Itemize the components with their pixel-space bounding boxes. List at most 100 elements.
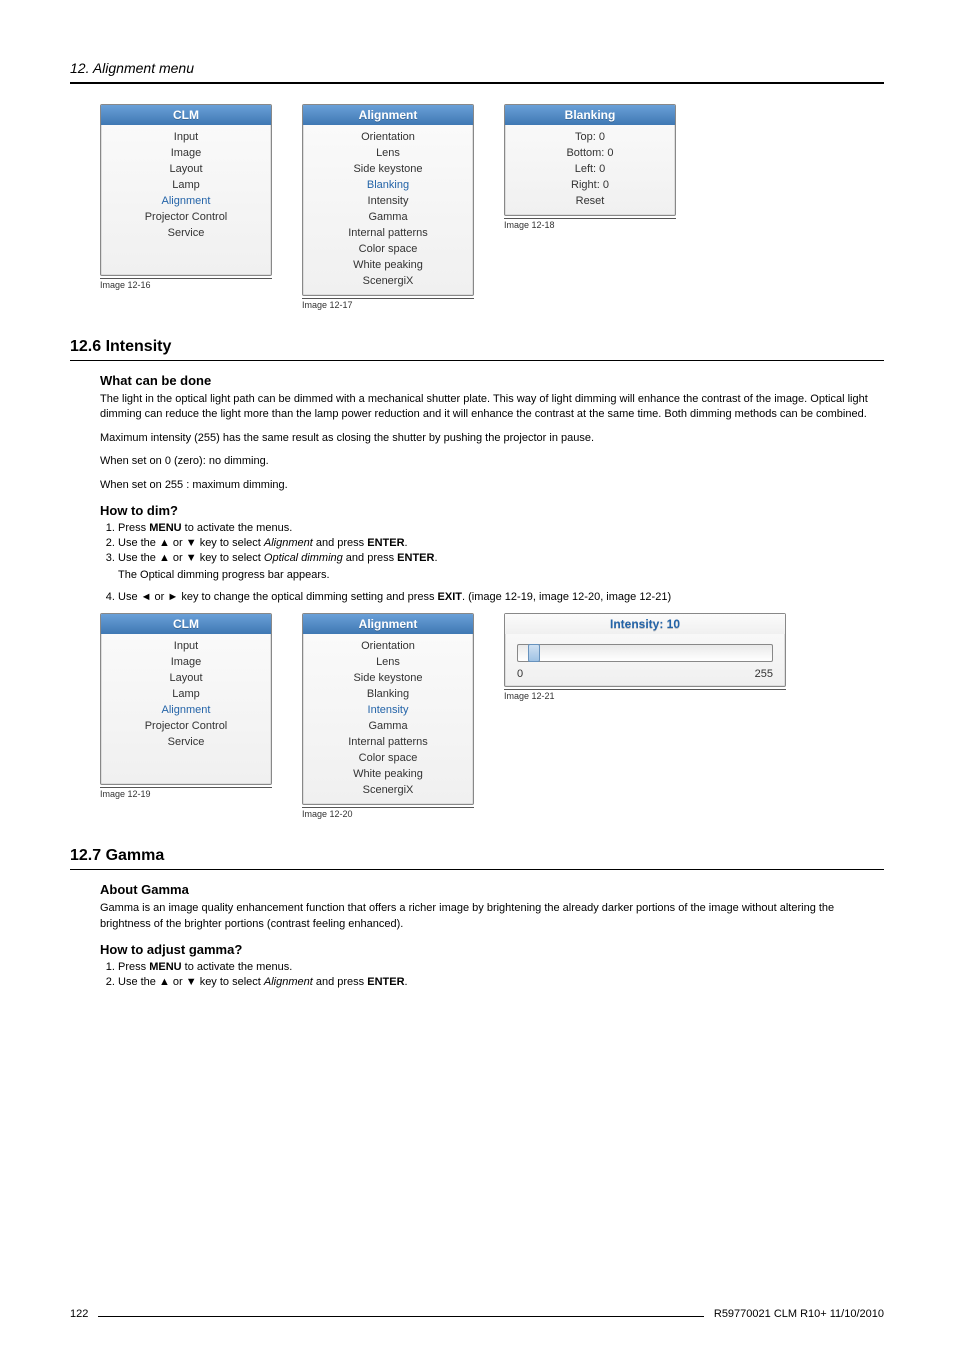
section-12-6-rule	[70, 360, 884, 361]
alignment-menu-2-title: Alignment	[303, 614, 473, 634]
intensity-slider-panel: Intensity: 10 0 255	[504, 613, 786, 687]
blanking-item: Reset	[505, 193, 675, 209]
align1-item: Intensity	[303, 193, 473, 209]
step2-ital: Alignment	[264, 537, 313, 549]
step-3: Use the ▲ or ▼ key to select Optical dim…	[118, 552, 884, 583]
clm-menu-1: CLM Input Image Layout Lamp Alignment Pr…	[100, 104, 272, 276]
g-step2-ital: Alignment	[264, 976, 313, 988]
align2-item: White peaking	[303, 766, 473, 782]
intensity-slider-title: Intensity: 10	[505, 614, 785, 634]
align1-item: White peaking	[303, 257, 473, 273]
align2-item: Blanking	[303, 686, 473, 702]
align1-item-selected: Blanking	[303, 177, 473, 193]
align2-item: Lens	[303, 654, 473, 670]
align2-item-selected: Intensity	[303, 702, 473, 718]
page-header-title: 12. Alignment menu	[70, 60, 884, 76]
about-gamma-para: Gamma is an image quality enhancement fu…	[100, 901, 884, 932]
page-footer: 122 R59770021 CLM R10+ 11/10/2010	[70, 1308, 884, 1320]
how-to-dim-steps: Press MENU to activate the menus. Use th…	[100, 522, 884, 603]
step2-mid: and press	[313, 537, 367, 549]
clm2-item: Projector Control	[101, 718, 271, 734]
full-intensity-para: When set on 255 : maximum dimming.	[100, 478, 884, 493]
align2-item: Internal patterns	[303, 734, 473, 750]
g-step2-pre: Use the ▲ or ▼ key to select	[118, 976, 264, 988]
align1-item: Gamma	[303, 209, 473, 225]
step3-bold: ENTER	[397, 552, 434, 564]
step3-ital: Optical dimming	[264, 552, 343, 564]
menu-row-2: CLM Input Image Layout Lamp Alignment Pr…	[100, 613, 884, 819]
g-step1-pre: Press	[118, 961, 149, 973]
align1-item: Lens	[303, 145, 473, 161]
align2-item: Side keystone	[303, 670, 473, 686]
g-step1-bold: MENU	[149, 961, 181, 973]
step3-note: The Optical dimming progress bar appears…	[118, 568, 884, 583]
clm2-item: Layout	[101, 670, 271, 686]
blanking-item: Bottom: 0	[505, 145, 675, 161]
intensity-slider-max: 255	[755, 668, 773, 680]
step2-bold: ENTER	[367, 537, 404, 549]
menu-row-1: CLM Input Image Layout Lamp Alignment Pr…	[100, 104, 884, 310]
clm1-item: Service	[101, 225, 271, 241]
about-gamma-head: About Gamma	[100, 882, 884, 897]
g-step2-end: .	[405, 976, 408, 988]
step4-end: . (image 12-19, image 12-20, image 12-21…	[462, 591, 671, 603]
clm-menu-2-title: CLM	[101, 614, 271, 634]
caption-12-18: Image 12-18	[504, 218, 676, 230]
align1-item: Color space	[303, 241, 473, 257]
align1-item: Orientation	[303, 129, 473, 145]
clm-menu-1-title: CLM	[101, 105, 271, 125]
step3-end: .	[434, 552, 437, 564]
clm2-item: Service	[101, 734, 271, 750]
align2-item: Orientation	[303, 638, 473, 654]
step-4: Use ◄ or ► key to change the optical dim…	[118, 591, 884, 603]
clm1-item-selected: Alignment	[101, 193, 271, 209]
step-1: Press MENU to activate the menus.	[118, 522, 884, 534]
step3-mid: and press	[343, 552, 397, 564]
page-number: 122	[70, 1308, 88, 1320]
what-can-be-done-head: What can be done	[100, 373, 884, 388]
align2-item: Color space	[303, 750, 473, 766]
align1-item: Internal patterns	[303, 225, 473, 241]
step3-pre: Use the ▲ or ▼ key to select	[118, 552, 264, 564]
blanking-menu: Blanking Top: 0 Bottom: 0 Left: 0 Right:…	[504, 104, 676, 216]
intensity-slider-thumb[interactable]	[528, 644, 540, 662]
caption-12-21: Image 12-21	[504, 689, 786, 701]
step4-bold: EXIT	[438, 591, 462, 603]
caption-12-20: Image 12-20	[302, 807, 474, 819]
g-step1-post: to activate the menus.	[182, 961, 293, 973]
what-can-be-done-para: The light in the optical light path can …	[100, 392, 884, 423]
section-12-6-title: 12.6 Intensity	[70, 338, 884, 356]
clm2-item: Lamp	[101, 686, 271, 702]
page-header-rule	[70, 82, 884, 84]
align2-item: ScenergiX	[303, 782, 473, 798]
step1-pre: Press	[118, 522, 149, 534]
blanking-item: Left: 0	[505, 161, 675, 177]
clm1-item: Layout	[101, 161, 271, 177]
step-2: Use the ▲ or ▼ key to select Alignment a…	[118, 537, 884, 549]
intensity-slider-min: 0	[517, 668, 523, 680]
step4-pre: Use ◄ or ► key to change the optical dim…	[118, 591, 438, 603]
caption-12-17: Image 12-17	[302, 298, 474, 310]
blanking-item: Right: 0	[505, 177, 675, 193]
gamma-step-1: Press MENU to activate the menus.	[118, 961, 884, 973]
how-to-adjust-gamma-steps: Press MENU to activate the menus. Use th…	[100, 961, 884, 988]
align1-item: ScenergiX	[303, 273, 473, 289]
step1-bold: MENU	[149, 522, 181, 534]
alignment-menu-1: Alignment Orientation Lens Side keystone…	[302, 104, 474, 296]
how-to-adjust-gamma-head: How to adjust gamma?	[100, 942, 884, 957]
max-intensity-para: Maximum intensity (255) has the same res…	[100, 431, 884, 446]
caption-12-16: Image 12-16	[100, 278, 272, 290]
clm2-item-selected: Alignment	[101, 702, 271, 718]
g-step2-mid: and press	[313, 976, 367, 988]
clm1-item: Lamp	[101, 177, 271, 193]
intensity-slider-track[interactable]	[517, 644, 773, 662]
section-12-7-rule	[70, 869, 884, 870]
align1-item: Side keystone	[303, 161, 473, 177]
clm1-item: Input	[101, 129, 271, 145]
clm-menu-2: CLM Input Image Layout Lamp Alignment Pr…	[100, 613, 272, 785]
section-12-7-title: 12.7 Gamma	[70, 847, 884, 865]
g-step2-bold: ENTER	[367, 976, 404, 988]
step2-end: .	[405, 537, 408, 549]
how-to-dim-head: How to dim?	[100, 503, 884, 518]
caption-12-19: Image 12-19	[100, 787, 272, 799]
